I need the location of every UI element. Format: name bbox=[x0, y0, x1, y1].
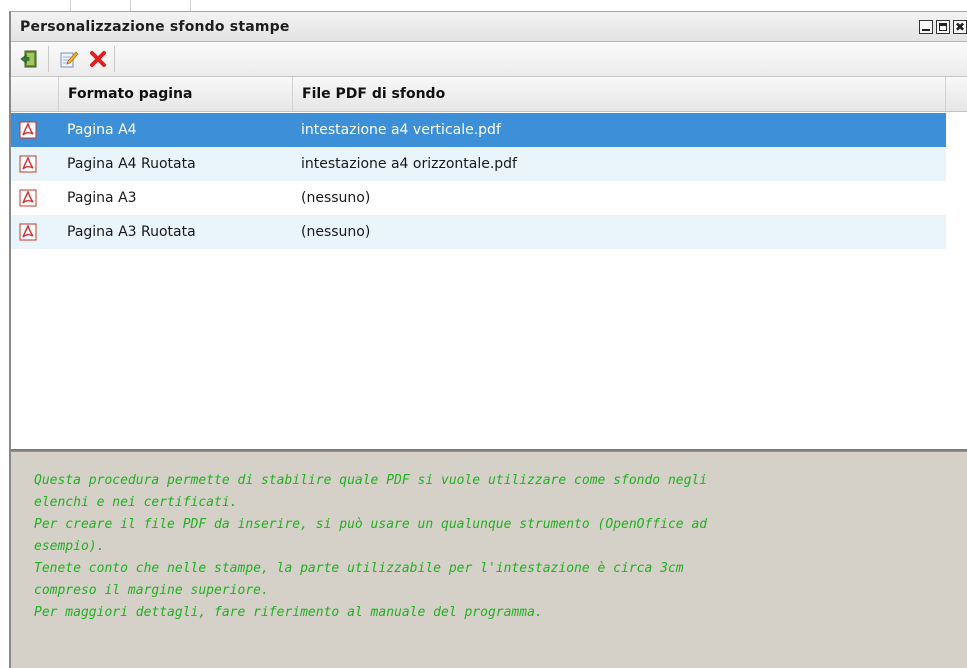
row-format: Pagina A3 bbox=[67, 190, 137, 206]
row-file: (nessuno) bbox=[301, 190, 371, 206]
exit-door-icon bbox=[20, 50, 37, 68]
edit-button[interactable] bbox=[55, 46, 83, 72]
info-line: elenchi e nei certificati. bbox=[34, 495, 238, 510]
exit-button[interactable] bbox=[15, 46, 43, 72]
grid-body: Pagina A4 intestazione a4 verticale.pdf … bbox=[11, 113, 967, 449]
edit-pencil-icon bbox=[60, 51, 79, 68]
maximize-icon[interactable] bbox=[936, 20, 950, 34]
pdf-icon bbox=[19, 223, 37, 241]
minimize-icon[interactable] bbox=[919, 20, 933, 34]
window-controls: ✖ bbox=[919, 20, 967, 34]
toolbar-separator bbox=[114, 46, 115, 72]
info-line: Tenete conto che nelle stampe, la parte … bbox=[34, 561, 684, 576]
column-header-formato[interactable]: Formato pagina bbox=[59, 77, 293, 111]
row-file: (nessuno) bbox=[301, 224, 371, 240]
row-format: Pagina A4 Ruotata bbox=[67, 156, 196, 172]
title-bar[interactable]: Personalizzazione sfondo stampe ✖ bbox=[11, 12, 967, 42]
top-strip-tick bbox=[130, 0, 131, 11]
top-strip bbox=[0, 0, 967, 11]
window-title: Personalizzazione sfondo stampe bbox=[20, 19, 290, 35]
info-line: Questa procedura permette di stabilire q… bbox=[34, 473, 708, 488]
header-icon-column bbox=[11, 77, 59, 111]
table-row[interactable]: Pagina A4 Ruotata intestazione a4 orizzo… bbox=[11, 147, 946, 181]
row-format: Pagina A3 Ruotata bbox=[67, 224, 196, 240]
info-line: esempio). bbox=[34, 539, 105, 554]
toolbar-separator bbox=[48, 46, 49, 72]
info-line: Per maggiori dettagli, fare riferimento … bbox=[34, 605, 543, 620]
close-icon[interactable]: ✖ bbox=[953, 20, 967, 34]
grid-header: Formato pagina File PDF di sfondo bbox=[11, 77, 967, 112]
table-row[interactable]: Pagina A3 (nessuno) bbox=[11, 181, 946, 215]
pdf-icon bbox=[19, 189, 37, 207]
top-strip-tick bbox=[70, 0, 71, 11]
row-file: intestazione a4 verticale.pdf bbox=[301, 122, 501, 138]
row-format: Pagina A4 bbox=[67, 122, 137, 138]
column-header-file[interactable]: File PDF di sfondo bbox=[293, 77, 946, 111]
top-strip-tick bbox=[190, 0, 191, 11]
table-row[interactable]: Pagina A4 intestazione a4 verticale.pdf bbox=[11, 113, 946, 147]
pdf-icon bbox=[19, 121, 37, 139]
table-row[interactable]: Pagina A3 Ruotata (nessuno) bbox=[11, 215, 946, 249]
delete-x-icon bbox=[90, 51, 106, 67]
toolbar bbox=[11, 42, 967, 77]
info-panel: Questa procedura permette di stabilire q… bbox=[11, 451, 967, 668]
dialog-window: Personalizzazione sfondo stampe ✖ Format… bbox=[9, 11, 967, 668]
delete-button[interactable] bbox=[84, 46, 112, 72]
pdf-icon bbox=[19, 155, 37, 173]
info-line: Per creare il file PDF da inserire, si p… bbox=[34, 517, 708, 532]
info-line: compreso il margine superiore. bbox=[34, 583, 269, 598]
row-file: intestazione a4 orizzontale.pdf bbox=[301, 156, 517, 172]
